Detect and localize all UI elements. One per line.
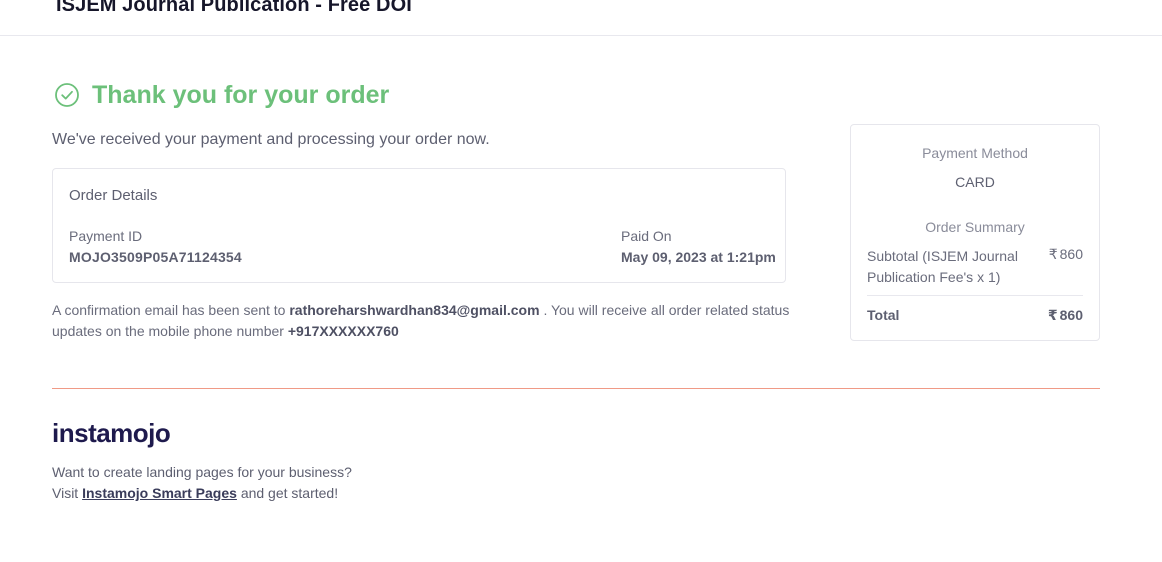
footer-divider <box>52 388 1100 389</box>
rupee-symbol: ₹ <box>1048 246 1058 262</box>
confirmation-email: rathoreharshwardhan834@gmail.com <box>289 302 540 318</box>
top-bar: ISJEM Journal Publication - Free DOI <box>0 0 1162 36</box>
promo-suffix: and get started! <box>240 485 339 501</box>
payment-id-label: Payment ID <box>69 228 143 244</box>
paid-on-value: May 09, 2023 at 1:21pm <box>621 249 776 265</box>
paid-on-label: Paid On <box>621 228 672 244</box>
order-details-card: Order Details Payment ID MOJO3509P05A711… <box>52 168 786 283</box>
subtotal-amount: ₹860 <box>1049 246 1083 263</box>
order-details-heading: Order Details <box>69 187 158 204</box>
confirmation-phone: +917XXXXXX760 <box>287 323 399 339</box>
total-value: 860 <box>1059 307 1083 323</box>
promo-visit: Visit <box>52 485 79 501</box>
payment-method-label: Payment Method <box>922 145 1028 161</box>
summary-divider <box>867 295 1083 296</box>
store-title: ISJEM Journal Publication - Free DOI <box>56 0 412 16</box>
check-circle-icon <box>55 83 79 107</box>
payment-id-value: MOJO3509P05A71124354 <box>69 249 242 265</box>
confirmation-message: A confirmation email has been sent to ra… <box>52 300 792 342</box>
thank-you-title: Thank you for your order <box>92 80 390 109</box>
subtotal-label: Subtotal (ISJEM Journal Publication Fee'… <box>867 248 1018 285</box>
logo-text: instamojo <box>52 418 171 448</box>
order-summary-label: Order Summary <box>925 219 1025 235</box>
total-label: Total <box>867 307 900 323</box>
order-summary-card: Payment Method CARD Order Summary Subtot… <box>850 124 1100 341</box>
payment-method-value: CARD <box>955 174 995 190</box>
confirmation-prefix: A confirmation email has been sent to <box>52 302 286 318</box>
rupee-symbol: ₹ <box>1047 307 1058 323</box>
smart-pages-link[interactable]: Instamojo Smart Pages <box>82 485 237 501</box>
thank-you-heading: Thank you for your order <box>52 80 389 110</box>
promo-line-2: Visit Instamojo Smart Pages and get star… <box>52 483 352 504</box>
promo-text: Want to create landing pages for your bu… <box>52 462 352 504</box>
payment-received-text: We've received your payment and processi… <box>52 131 490 148</box>
total-amount: ₹860 <box>1048 307 1083 324</box>
promo-line-1: Want to create landing pages for your bu… <box>52 464 352 480</box>
subtotal-value: 860 <box>1059 246 1083 262</box>
instamojo-logo: instamojo <box>52 418 171 452</box>
